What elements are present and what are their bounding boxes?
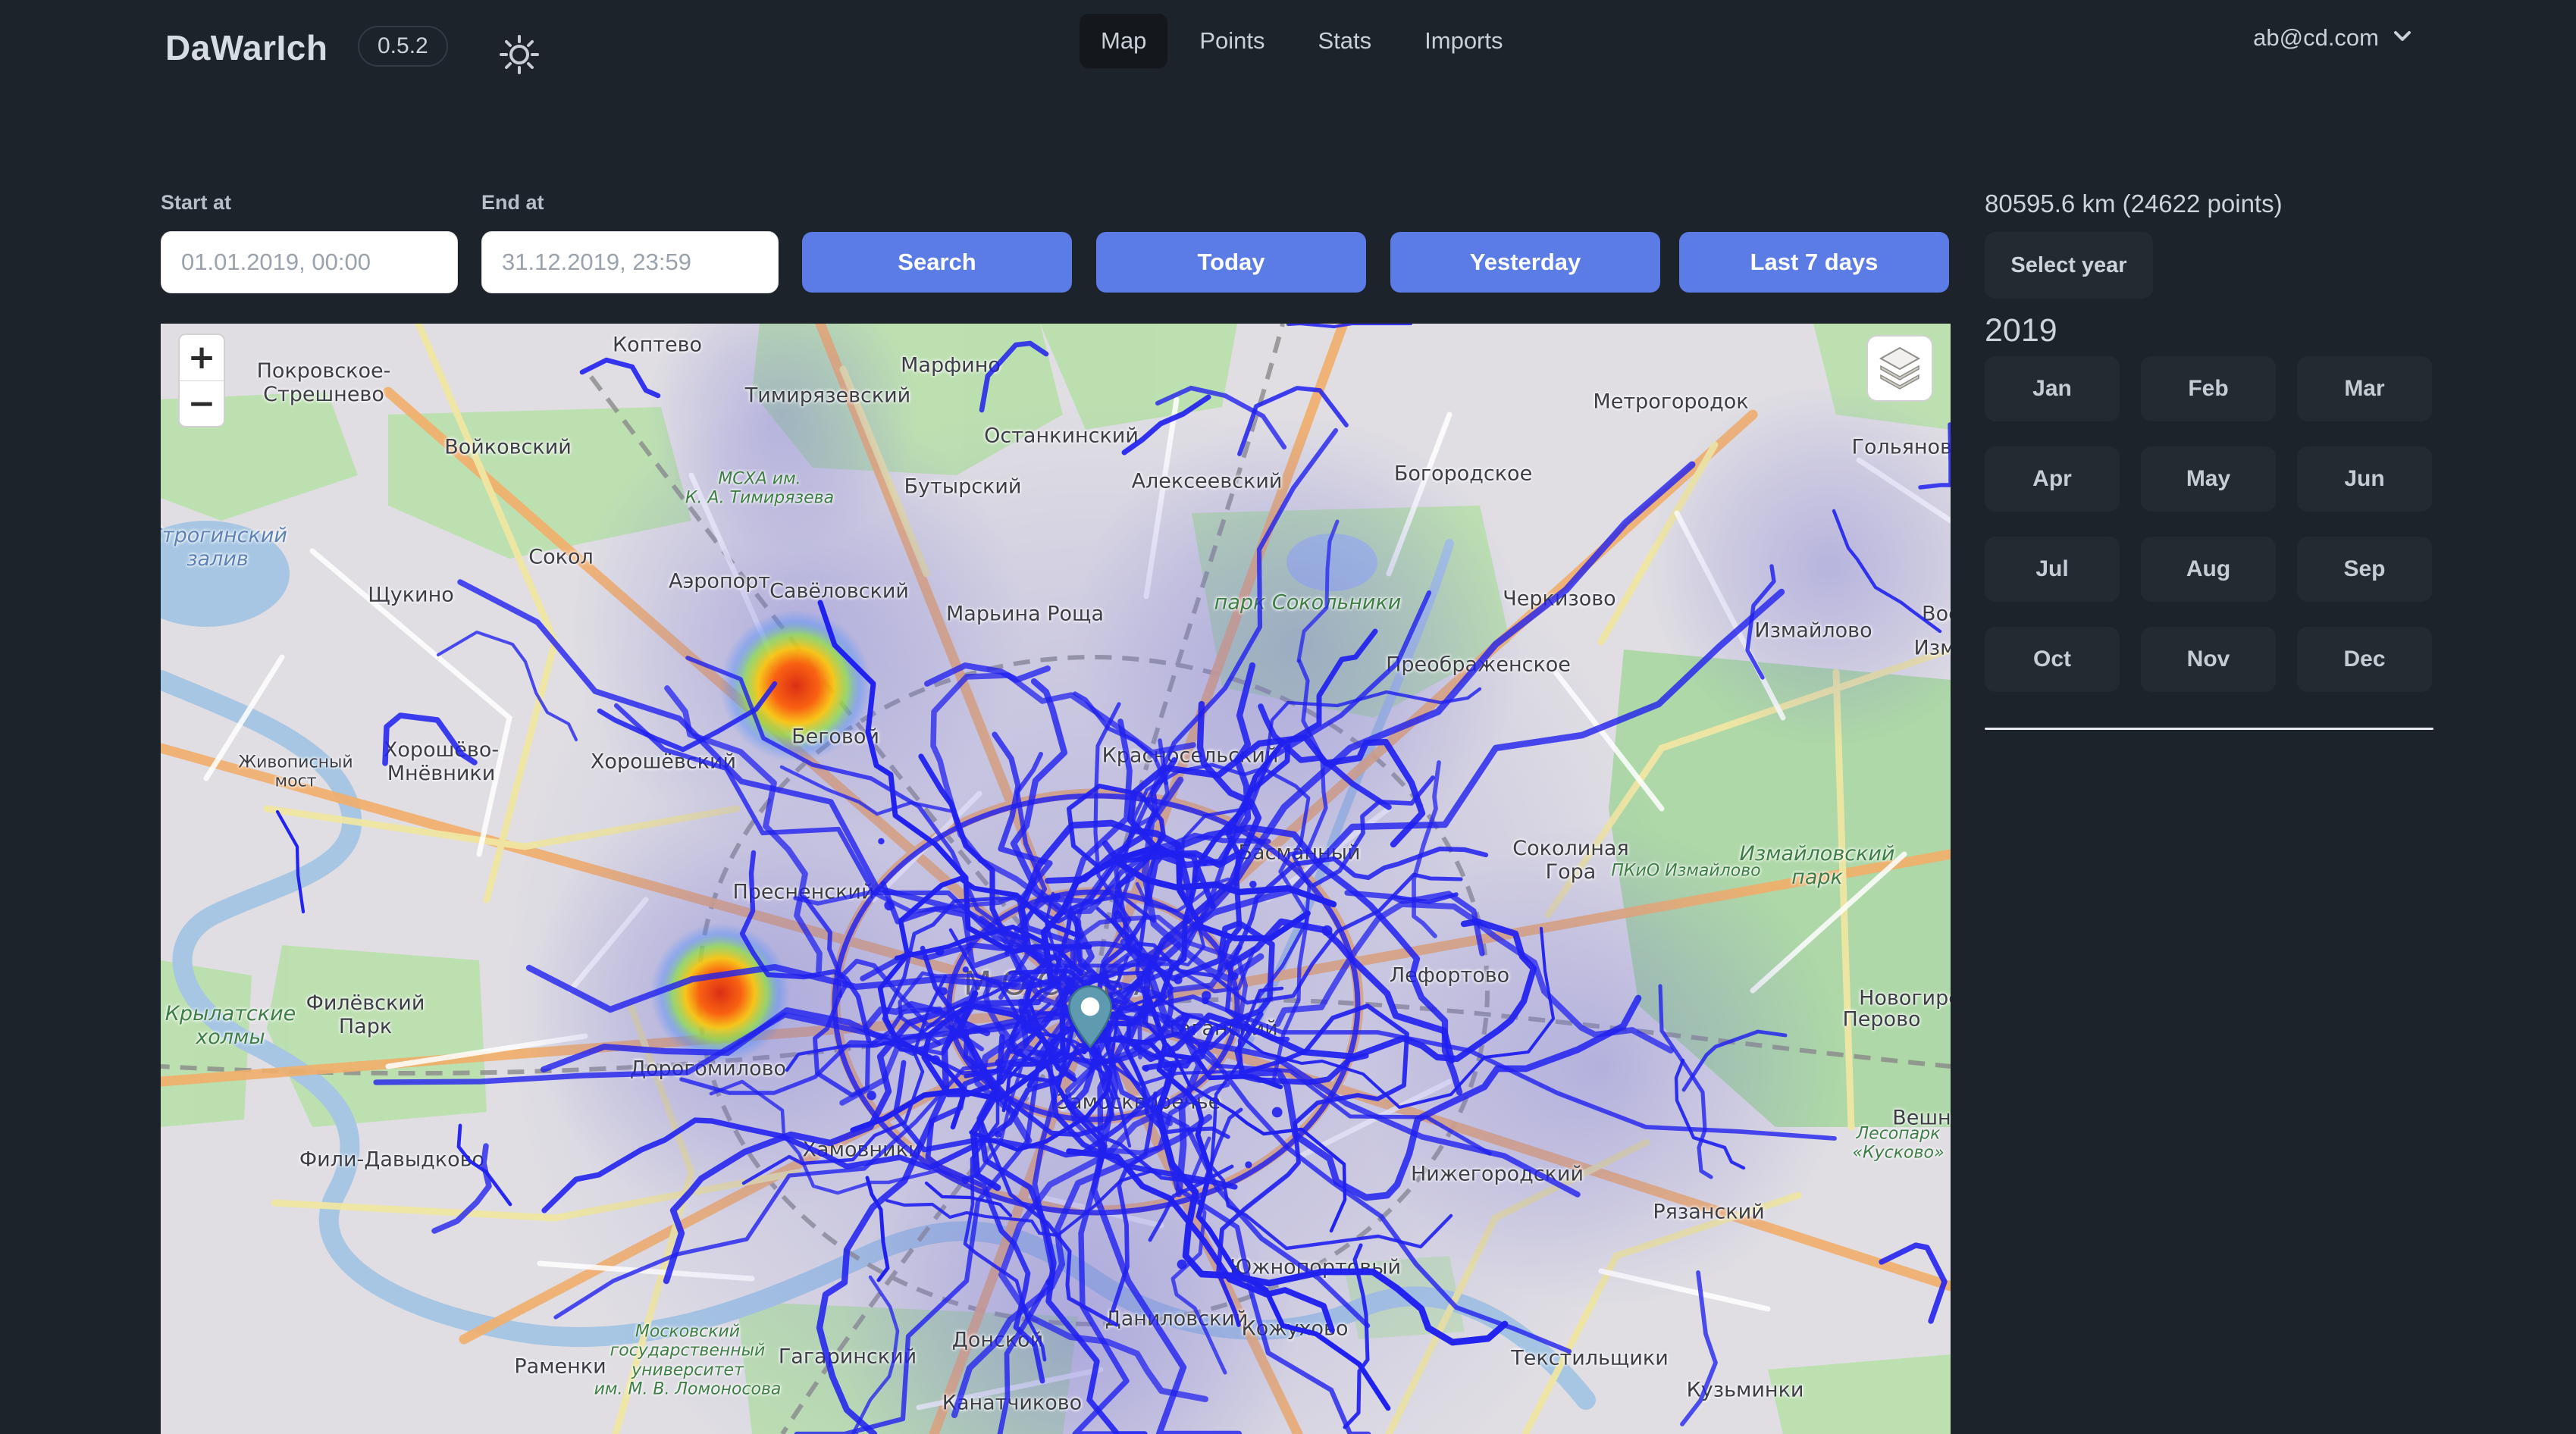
month-dec-button[interactable]: Dec xyxy=(2297,627,2432,692)
tab-imports[interactable]: Imports xyxy=(1403,14,1524,68)
search-button[interactable]: Search xyxy=(802,232,1072,293)
tab-points[interactable]: Points xyxy=(1178,14,1286,68)
app-logo: DaWarIch xyxy=(165,27,327,68)
map[interactable]: КоптевоПокровское- СтрешневоТимирязевски… xyxy=(161,324,1951,1434)
theme-toggle[interactable] xyxy=(497,32,542,77)
layers-icon xyxy=(1876,343,1923,394)
month-sep-button[interactable]: Sep xyxy=(2297,537,2432,602)
month-nov-button[interactable]: Nov xyxy=(2141,627,2276,692)
location-marker-pin[interactable] xyxy=(1067,985,1114,1054)
layers-control[interactable] xyxy=(1866,335,1933,402)
chevron-down-icon xyxy=(2390,23,2415,52)
month-apr-button[interactable]: Apr xyxy=(1985,446,2120,512)
tab-stats[interactable]: Stats xyxy=(1296,14,1393,68)
month-mar-button[interactable]: Mar xyxy=(2297,356,2432,421)
month-jan-button[interactable]: Jan xyxy=(1985,356,2120,421)
select-year-button[interactable]: Select year xyxy=(1985,232,2153,299)
user-menu[interactable]: ab@cd.com xyxy=(2253,23,2415,52)
end-at-input[interactable] xyxy=(481,231,779,293)
distance-stats: 80595.6 km (24622 points) xyxy=(1985,189,2283,218)
last-7-days-button[interactable]: Last 7 days xyxy=(1679,232,1949,293)
month-jul-button[interactable]: Jul xyxy=(1985,537,2120,602)
year-heading: 2019 xyxy=(1985,312,2057,349)
month-aug-button[interactable]: Aug xyxy=(2141,537,2276,602)
today-button[interactable]: Today xyxy=(1096,232,1366,293)
zoom-out-button[interactable]: − xyxy=(180,380,224,426)
month-oct-button[interactable]: Oct xyxy=(1985,627,2120,692)
zoom-in-button[interactable]: + xyxy=(180,335,224,380)
sidebar-divider xyxy=(1985,728,2433,730)
month-may-button[interactable]: May xyxy=(2141,446,2276,512)
user-email: ab@cd.com xyxy=(2253,24,2379,52)
month-jun-button[interactable]: Jun xyxy=(2297,446,2432,512)
navbar: DaWarIch 0.5.2 MapPointsStatsImports ab@… xyxy=(0,0,2576,92)
nav-tabs: MapPointsStatsImports xyxy=(1080,14,1525,68)
months-grid: Jan Feb Mar Apr May Jun Jul Aug Sep Oct Nov Dec xyxy=(1985,356,2432,692)
map-zoom-control: + − xyxy=(178,333,225,427)
start-at-label: Start at xyxy=(161,191,231,214)
yesterday-button[interactable]: Yesterday xyxy=(1390,232,1660,293)
version-badge: 0.5.2 xyxy=(358,26,448,67)
end-at-label: End at xyxy=(481,191,544,214)
month-feb-button[interactable]: Feb xyxy=(2141,356,2276,421)
tab-map[interactable]: Map xyxy=(1080,14,1167,68)
start-at-input[interactable] xyxy=(161,231,458,293)
gps-tracks-layer xyxy=(161,324,1951,1434)
sun-icon xyxy=(497,67,542,80)
